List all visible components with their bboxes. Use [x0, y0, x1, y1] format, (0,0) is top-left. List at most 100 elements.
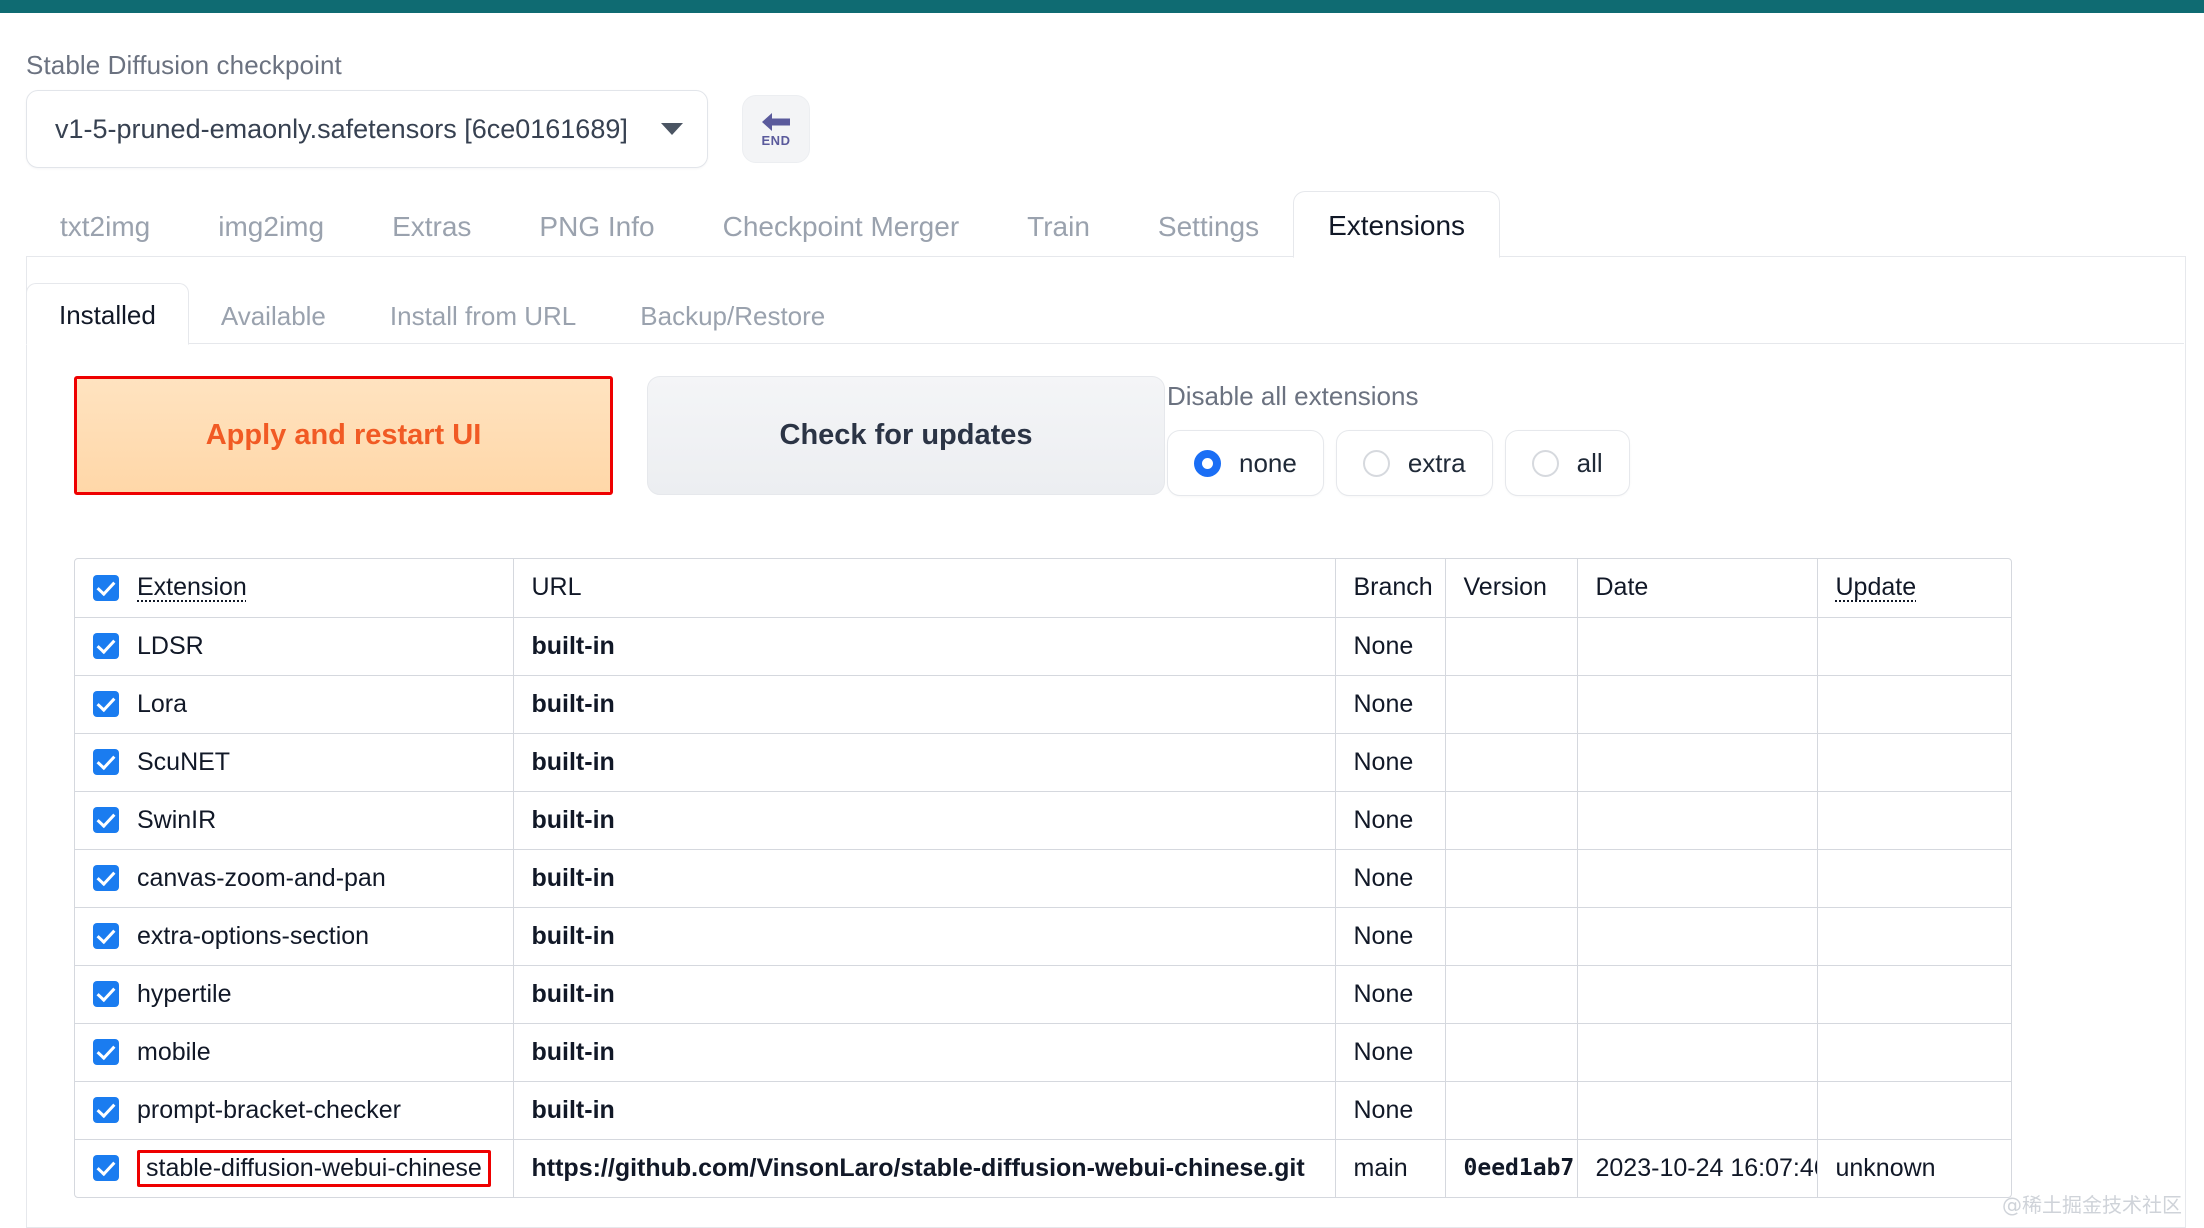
cell-url: built-in — [513, 907, 1336, 966]
cell-date — [1577, 733, 1818, 792]
header-update-label[interactable]: Update — [1836, 573, 1917, 601]
cell-date — [1577, 1023, 1818, 1082]
cell-version — [1445, 733, 1578, 792]
cell-url: built-in — [513, 733, 1336, 792]
cell-url: built-in — [513, 849, 1336, 908]
cell-update — [1817, 675, 2011, 734]
cell-version — [1445, 965, 1578, 1024]
end-button-label: END — [761, 133, 791, 148]
table-row: canvas-zoom-and-pan built-in None — [75, 849, 2011, 908]
refresh-checkpoint-button[interactable]: END — [742, 95, 810, 163]
table-row: stable-diffusion-webui-chinese https://gi… — [75, 1139, 2011, 1197]
extension-name-label: mobile — [137, 1037, 211, 1066]
subtab-install-from-url[interactable]: Install from URL — [358, 303, 608, 344]
cell-version — [1445, 617, 1578, 676]
cell-extension-name: SwinIR — [75, 791, 514, 850]
row-checkbox-icon[interactable] — [93, 691, 119, 717]
row-checkbox-icon[interactable] — [93, 981, 119, 1007]
tab-checkpoint-merger[interactable]: Checkpoint Merger — [689, 213, 994, 257]
cell-branch: None — [1335, 849, 1446, 908]
cell-extension-name: ScuNET — [75, 733, 514, 792]
check-for-updates-button[interactable]: Check for updates — [647, 376, 1165, 495]
extension-name-label: ScuNET — [137, 747, 231, 776]
subtab-backup-restore[interactable]: Backup/Restore — [608, 303, 857, 344]
tab-txt2img[interactable]: txt2img — [26, 213, 184, 257]
header-update: Update — [1817, 559, 2011, 618]
table-row: extra-options-section built-in None — [75, 907, 2011, 966]
cell-date — [1577, 965, 1818, 1024]
extension-name-label: SwinIR — [137, 805, 217, 834]
cell-date: 2023-10-24 16:07:46 — [1577, 1139, 1818, 1197]
cell-date — [1577, 907, 1818, 966]
table-row: ScuNET built-in None — [75, 733, 2011, 792]
table-row: LDSR built-in None — [75, 617, 2011, 676]
sub-tab-bar-divider — [27, 343, 2184, 344]
extensions-table-head: Extension URL Branch Version Date Update — [75, 559, 2011, 618]
cell-branch: None — [1335, 1081, 1446, 1140]
cell-branch: None — [1335, 965, 1446, 1024]
extension-name-label: prompt-bracket-checker — [137, 1095, 401, 1124]
tab-extensions[interactable]: Extensions — [1293, 191, 1501, 258]
extensions-sub-tab-bar: Installed Available Install from URL Bac… — [26, 283, 2184, 345]
cell-branch: None — [1335, 791, 1446, 850]
checkpoint-dropdown[interactable]: v1-5-pruned-emaonly.safetensors [6ce0161… — [26, 90, 708, 168]
radio-option-none[interactable]: none — [1167, 430, 1324, 496]
row-checkbox-icon[interactable] — [93, 865, 119, 891]
extension-name-label: canvas-zoom-and-pan — [137, 863, 386, 892]
action-button-row: Apply and restart UI Check for updates — [74, 376, 1165, 495]
header-extension: Extension — [75, 559, 514, 618]
extension-name-label: extra-options-section — [137, 921, 370, 950]
disable-all-extensions-group: Disable all extensions none extra all — [1167, 381, 1642, 496]
row-checkbox-icon[interactable] — [93, 923, 119, 949]
row-checkbox-icon[interactable] — [93, 1039, 119, 1065]
row-checkbox-icon[interactable] — [93, 1155, 119, 1182]
table-row: prompt-bracket-checker built-in None — [75, 1081, 2011, 1140]
radio-option-all[interactable]: all — [1504, 430, 1630, 496]
row-checkbox-icon[interactable] — [93, 807, 119, 833]
cell-version — [1445, 1023, 1578, 1082]
table-row: mobile built-in None — [75, 1023, 2011, 1082]
cell-url: built-in — [513, 965, 1336, 1024]
cell-update — [1817, 733, 2011, 792]
cell-update — [1817, 849, 2011, 908]
table-row: hypertile built-in None — [75, 965, 2011, 1024]
table-row: Lora built-in None — [75, 675, 2011, 734]
tab-settings[interactable]: Settings — [1124, 213, 1293, 257]
apply-and-restart-button[interactable]: Apply and restart UI — [77, 379, 610, 492]
apply-and-restart-highlight: Apply and restart UI — [74, 376, 613, 495]
row-checkbox-icon[interactable] — [93, 633, 119, 659]
cell-update — [1817, 617, 2011, 676]
radio-icon-extra — [1362, 449, 1390, 477]
cell-url: built-in — [513, 1023, 1336, 1082]
tab-extras[interactable]: Extras — [358, 213, 505, 257]
checkpoint-row: v1-5-pruned-emaonly.safetensors [6ce0161… — [26, 90, 810, 168]
extensions-table: Extension URL Branch Version Date Update… — [75, 559, 2011, 1197]
select-all-checkbox-icon[interactable] — [93, 574, 119, 601]
cell-date — [1577, 617, 1818, 676]
cell-url: built-in — [513, 791, 1336, 850]
tab-train[interactable]: Train — [993, 213, 1124, 257]
table-row: SwinIR built-in None — [75, 791, 2011, 850]
subtab-installed[interactable]: Installed — [26, 283, 189, 345]
cell-update — [1817, 1081, 2011, 1140]
extension-name-label: hypertile — [137, 979, 232, 1008]
radio-option-extra[interactable]: extra — [1335, 430, 1493, 496]
cell-extension-name: prompt-bracket-checker — [75, 1081, 514, 1140]
cell-extension-name: extra-options-section — [75, 907, 514, 966]
subtab-available[interactable]: Available — [189, 303, 358, 344]
cell-version — [1445, 675, 1578, 734]
tab-img2img[interactable]: img2img — [184, 213, 358, 257]
cell-update — [1817, 965, 2011, 1024]
extension-name-label: stable-diffusion-webui-chinese — [137, 1149, 491, 1187]
tab-png-info[interactable]: PNG Info — [505, 213, 688, 257]
header-extension-label[interactable]: Extension — [137, 573, 247, 602]
disable-all-radio-group: none extra all — [1167, 430, 1642, 496]
cell-date — [1577, 791, 1818, 850]
cell-date — [1577, 675, 1818, 734]
cell-url: built-in — [513, 675, 1336, 734]
cell-url: built-in — [513, 1081, 1336, 1140]
chevron-down-icon — [661, 123, 683, 135]
table-header-row: Extension URL Branch Version Date Update — [75, 559, 2011, 618]
row-checkbox-icon[interactable] — [93, 1097, 119, 1123]
row-checkbox-icon[interactable] — [93, 749, 119, 775]
